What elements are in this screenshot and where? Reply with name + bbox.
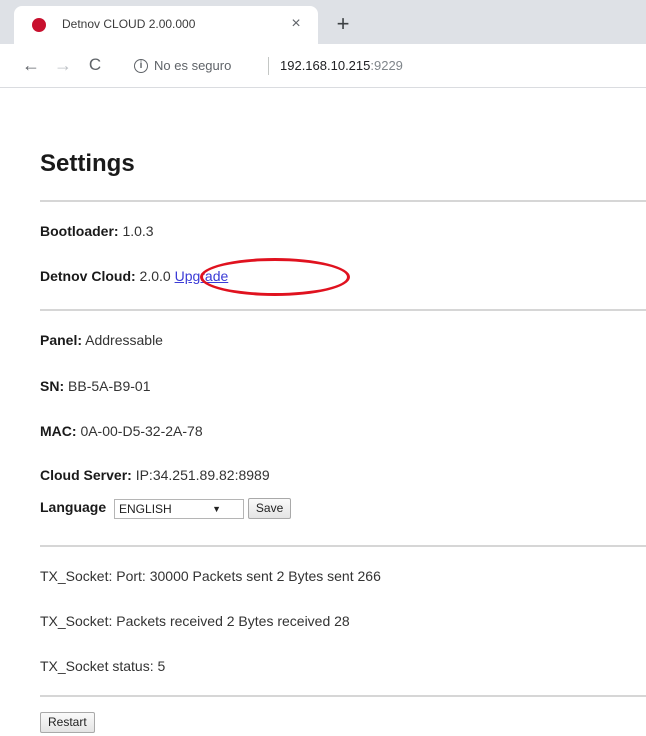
cloud-server-row: Cloud Server: IP:34.251.89.82:8989 <box>40 467 270 483</box>
bootloader-row: Bootloader: 1.0.3 <box>40 223 154 239</box>
info-icon[interactable]: i <box>134 59 148 73</box>
save-button[interactable]: Save <box>247 498 292 519</box>
chevron-down-icon: ▼ <box>212 503 222 514</box>
tx-socket-ports: TX_Socket: Port: 30000 Packets sent 2 By… <box>40 568 381 584</box>
language-select[interactable]: ENGLISH ▼ <box>114 498 245 519</box>
bootloader-label: Bootloader: <box>40 223 119 239</box>
mac-label: MAC: <box>40 423 77 439</box>
sn-label: SN: <box>40 378 65 394</box>
reload-icon[interactable]: C <box>84 54 106 76</box>
bootloader-value: 1.0.3 <box>122 223 154 239</box>
close-icon[interactable]: × <box>286 14 306 34</box>
url-port: :9229 <box>370 58 403 73</box>
url-host: 192.168.10.215 <box>280 58 371 73</box>
tx-socket-status: TX_Socket status: 5 <box>40 658 166 674</box>
divider <box>40 309 646 311</box>
mac-value: 0A-00-D5-32-2A-78 <box>80 423 203 439</box>
language-selected: ENGLISH <box>119 501 172 516</box>
tab-title: Detnov CLOUD 2.00.000 <box>62 17 196 31</box>
address-bar[interactable]: i No es seguro 192.168.10.215:9229 <box>120 50 646 82</box>
security-status[interactable]: No es seguro <box>154 58 231 73</box>
url-text[interactable]: 192.168.10.215:9229 <box>280 58 403 73</box>
mac-row: MAC: 0A-00-D5-32-2A-78 <box>40 423 203 439</box>
divider <box>40 695 646 697</box>
tx-socket-received: TX_Socket: Packets received 2 Bytes rece… <box>40 613 350 629</box>
cloud-version-value: 2.0.0 <box>139 268 171 284</box>
restart-row: Restart <box>40 712 95 733</box>
language-row: Language ENGLISH ▼ Save <box>40 498 292 519</box>
cloud-version-label: Detnov Cloud: <box>40 268 136 284</box>
plus-icon[interactable]: + <box>332 13 354 36</box>
favicon-icon <box>32 18 46 32</box>
page-title: Settings <box>40 150 135 177</box>
cloud-server-value: IP:34.251.89.82:8989 <box>135 467 270 483</box>
url-divider <box>268 57 269 75</box>
tab-strip: Detnov CLOUD 2.00.000 × + <box>0 0 646 44</box>
back-arrow-icon[interactable]: ← <box>20 54 42 76</box>
browser-tab[interactable]: Detnov CLOUD 2.00.000 × <box>14 6 318 44</box>
panel-label: Panel: <box>40 332 83 348</box>
cloud-server-label: Cloud Server: <box>40 467 132 483</box>
panel-value: Addressable <box>85 332 163 348</box>
browser-toolbar: ← → C i No es seguro 192.168.10.215:9229 <box>0 44 646 88</box>
restart-button[interactable]: Restart <box>40 712 95 733</box>
sn-row: SN: BB-5A-B9-01 <box>40 378 151 394</box>
divider <box>40 545 646 547</box>
language-label: Language <box>40 499 107 516</box>
divider <box>40 200 646 202</box>
sn-value: BB-5A-B9-01 <box>68 378 151 394</box>
panel-row: Panel: Addressable <box>40 332 163 348</box>
forward-arrow-icon[interactable]: → <box>52 54 74 76</box>
annotation-circle <box>200 258 350 296</box>
